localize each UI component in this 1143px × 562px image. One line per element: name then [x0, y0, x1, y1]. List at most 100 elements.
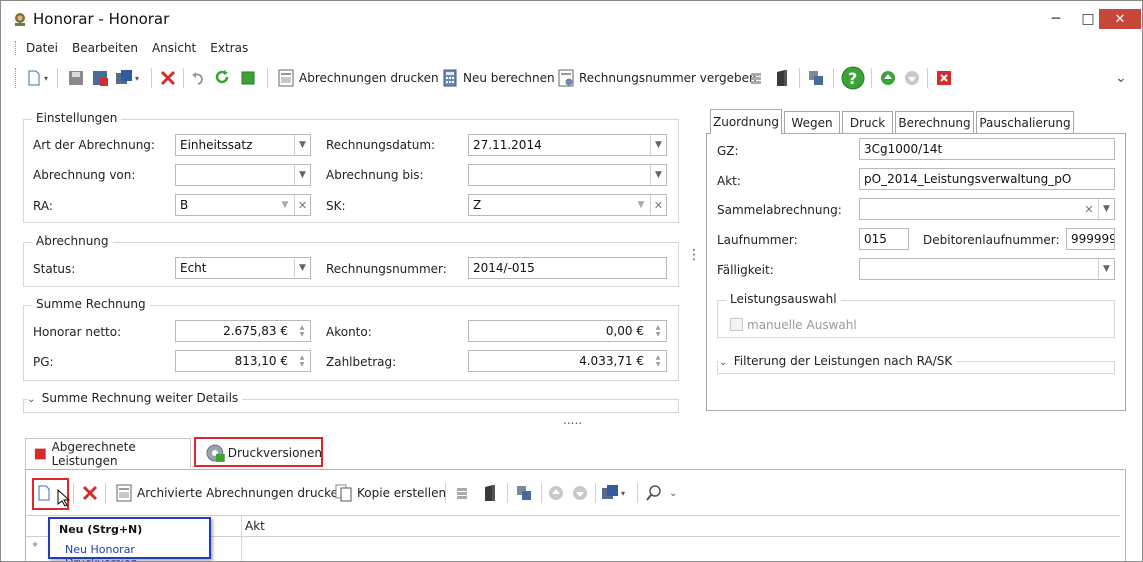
chevron-down-icon[interactable]: ▼: [294, 165, 310, 185]
spinner-icon[interactable]: ▲ ▼: [295, 322, 309, 340]
bis-picker[interactable]: ▼: [468, 164, 667, 186]
sammel-label: Sammelabrechnung:: [717, 203, 842, 217]
details-header[interactable]: ⌄ Summe Rechnung weiter Details: [27, 391, 243, 405]
tab-pauschalierung[interactable]: Pauschalierung: [976, 111, 1074, 134]
tooltip-item[interactable]: Neu Honorar Druckversion: [65, 543, 209, 561]
archive-button[interactable]: [773, 67, 791, 89]
minimize-button[interactable]: ─: [1041, 7, 1071, 31]
abrechnung-title: Abrechnung: [32, 234, 113, 248]
bottom-move-down-button[interactable]: [571, 482, 589, 504]
binder-icon: [485, 485, 495, 501]
delete-button[interactable]: [159, 67, 177, 89]
netto-input[interactable]: 2.675,83 € ▲ ▼: [175, 320, 311, 342]
horizontal-splitter[interactable]: .....: [563, 413, 582, 427]
gz-input[interactable]: 3Cg1000/14t: [859, 138, 1115, 160]
bottom-connection-button[interactable]: [515, 482, 533, 504]
manuell-checkbox[interactable]: [730, 318, 743, 331]
chevron-down-icon[interactable]: ▼: [650, 135, 666, 155]
tab-wegen[interactable]: Wegen: [784, 111, 840, 134]
chevron-down-icon: ⌄: [719, 357, 734, 368]
new-button[interactable]: ▾: [25, 67, 48, 89]
help-button[interactable]: ?: [841, 66, 865, 90]
menu-bearbeiten[interactable]: Bearbeiten: [72, 41, 138, 55]
einstellungen-title: Einstellungen: [32, 111, 122, 125]
clear-icon[interactable]: ✕: [1081, 199, 1097, 219]
save-all-button[interactable]: ▾: [115, 67, 139, 89]
art-label: Art der Abrechnung:: [33, 138, 155, 152]
bottom-stack-button[interactable]: [453, 482, 471, 504]
bottom-save-button[interactable]: ▾: [601, 482, 625, 504]
clear-icon[interactable]: ✕: [294, 195, 310, 215]
debitor-input[interactable]: 9999990: [1066, 228, 1115, 250]
arrow-down-circle-icon: [905, 71, 919, 85]
grid-header-akt[interactable]: Akt: [245, 519, 265, 533]
connection-button[interactable]: [807, 67, 825, 89]
assign-invoice-number-button[interactable]: Rechnungsnummer vergeben: [557, 67, 757, 89]
clear-icon[interactable]: ✕: [650, 195, 666, 215]
tab-abgerechnete-leistungen[interactable]: Abgerechnete Leistungen: [25, 438, 191, 468]
chevron-down-icon[interactable]: ▼: [277, 195, 293, 215]
stack-button[interactable]: [747, 67, 765, 89]
save-button[interactable]: [67, 67, 85, 89]
zahlbetrag-input[interactable]: 4.033,71 € ▲ ▼: [468, 350, 667, 372]
gz-value: 3Cg1000/14t: [864, 142, 943, 156]
akonto-value: 0,00 €: [605, 324, 644, 338]
chevron-down-icon[interactable]: ▼: [1098, 259, 1114, 279]
save-close-icon: [93, 71, 108, 86]
chevron-down-icon[interactable]: ▼: [294, 135, 310, 155]
filter-header[interactable]: ⌄ Filterung der Leistungen nach RA/SK: [719, 354, 957, 368]
spinner-icon[interactable]: ▲ ▼: [295, 352, 309, 370]
move-up-button[interactable]: [879, 67, 897, 89]
confirm-button[interactable]: [239, 67, 257, 89]
menu-datei[interactable]: Datei: [26, 41, 58, 55]
help-label: ?: [848, 69, 858, 88]
faellig-select[interactable]: ▼: [859, 258, 1115, 280]
tab-zuordnung[interactable]: Zuordnung: [710, 109, 782, 134]
print-invoices-button[interactable]: Abrechnungen drucken: [277, 67, 439, 89]
recalculate-button[interactable]: Neu berechnen: [441, 67, 555, 89]
rechnungsnummer-input[interactable]: 2014/-015: [468, 257, 667, 279]
status-select[interactable]: Echt ▼: [175, 257, 311, 279]
ra-select[interactable]: B ▼ ✕: [175, 194, 311, 216]
new-document-icon: [28, 70, 40, 86]
tooltip-title: Neu (Strg+N): [59, 523, 143, 536]
bottom-move-up-button[interactable]: [547, 482, 565, 504]
cancel-button[interactable]: [935, 67, 953, 89]
chevron-down-icon[interactable]: ▼: [1098, 199, 1114, 219]
sammel-select[interactable]: ✕ ▼: [859, 198, 1115, 220]
undo-button[interactable]: [189, 67, 207, 89]
sk-select[interactable]: Z ▼ ✕: [468, 194, 667, 216]
debitor-label: Debitorenlaufnummer:: [923, 233, 1060, 247]
close-window-button[interactable]: ✕: [1099, 9, 1141, 29]
tab-druck[interactable]: Druck: [842, 111, 893, 134]
vertical-splitter[interactable]: ⋮: [687, 247, 701, 263]
rechnungsdatum-picker[interactable]: 27.11.2014 ▼: [468, 134, 667, 156]
menu-extras[interactable]: Extras: [210, 41, 248, 55]
network-icon: [517, 486, 531, 500]
pg-input[interactable]: 813,10 € ▲ ▼: [175, 350, 311, 372]
delete-x-icon: [82, 485, 98, 501]
spinner-icon[interactable]: ▲ ▼: [651, 352, 665, 370]
akt-input[interactable]: pO_2014_Leistungsverwaltung_pO: [859, 168, 1115, 190]
lauf-input[interactable]: 015: [859, 228, 909, 250]
move-down-button[interactable]: [903, 67, 921, 89]
save-icon: [69, 71, 83, 85]
chevron-down-icon[interactable]: ▼: [294, 258, 310, 278]
refresh-button[interactable]: [213, 67, 231, 89]
chevron-down-icon[interactable]: ▼: [633, 195, 649, 215]
von-picker[interactable]: ▼: [175, 164, 311, 186]
bottom-filter-button[interactable]: ⌄: [645, 482, 677, 504]
spinner-icon[interactable]: ▲ ▼: [651, 322, 665, 340]
bottom-archive-button[interactable]: [481, 482, 499, 504]
create-copy-button[interactable]: Kopie erstellen: [335, 482, 446, 504]
menu-ansicht[interactable]: Ansicht: [152, 41, 196, 55]
tab-berechnung[interactable]: Berechnung: [895, 111, 974, 134]
toolbar-overflow-button[interactable]: ⌄: [1115, 67, 1127, 89]
print-archived-button[interactable]: Archivierte Abrechnungen drucken: [115, 482, 346, 504]
akonto-input[interactable]: 0,00 € ▲ ▼: [468, 320, 667, 342]
save-close-button[interactable]: [91, 67, 109, 89]
von-label: Abrechnung von:: [33, 168, 136, 182]
chevron-down-icon[interactable]: ▼: [650, 165, 666, 185]
art-select[interactable]: Einheitssatz ▼: [175, 134, 311, 156]
bottom-delete-button[interactable]: [81, 482, 99, 504]
